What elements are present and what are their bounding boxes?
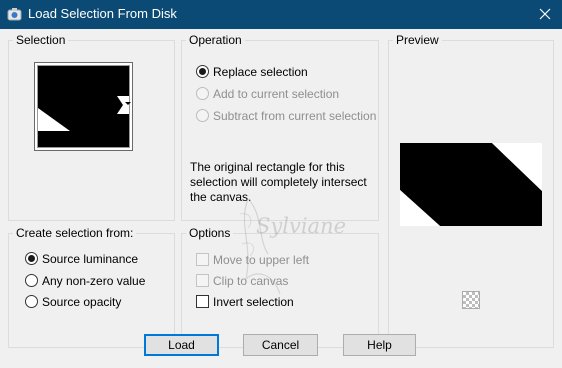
preview-group: Preview [388, 33, 554, 348]
checkbox-indicator[interactable] [196, 274, 209, 287]
selection-group: Selection [8, 33, 175, 221]
intersection-note: The original rectangle for this selectio… [190, 160, 367, 204]
help-button[interactable]: Help [343, 334, 416, 356]
selection-thumbnail-picker[interactable] [34, 62, 133, 151]
checkbox-indicator[interactable] [196, 253, 209, 266]
selection-dropdown-button[interactable] [125, 66, 131, 147]
radio-indicator[interactable] [25, 274, 38, 287]
preview-group-label: Preview [393, 33, 442, 47]
radio-indicator[interactable] [25, 295, 38, 308]
operation-group-label: Operation [186, 33, 245, 47]
move-to-upper-left-label: Move to upper left [213, 253, 310, 267]
checkerboard-icon[interactable] [462, 291, 480, 309]
selection-group-label: Selection [13, 33, 69, 47]
any-non-zero-value-label: Any non-zero value [42, 274, 146, 288]
invert-selection-label: Invert selection [213, 295, 294, 309]
create-selection-from-label: Create selection from: [13, 226, 137, 240]
paint-app-icon [7, 7, 22, 22]
source-opacity-label: Source opacity [42, 295, 122, 309]
replace-selection-label: Replace selection [213, 65, 308, 79]
radio-indicator[interactable] [196, 87, 209, 100]
options-group: Options Move to upper left Clip to canva… [181, 226, 379, 348]
radio-indicator[interactable] [196, 109, 209, 122]
selection-thumbnail [37, 65, 130, 148]
title-bar[interactable]: Load Selection From Disk [0, 0, 562, 29]
operation-group: Operation Replace selection Add to curre… [181, 33, 379, 221]
load-button[interactable]: Load [144, 334, 219, 356]
source-luminance-label: Source luminance [42, 252, 139, 266]
dropdown-arrow-icon [125, 102, 131, 105]
subtract-from-selection-label: Subtract from current selection [213, 109, 377, 123]
dialog-body: Selection Operation Replace selection Ad… [0, 29, 562, 368]
create-selection-from-group: Create selection from: Source luminance … [8, 226, 175, 348]
cancel-button[interactable]: Cancel [243, 334, 318, 356]
close-icon [539, 8, 551, 20]
preview-image [400, 143, 542, 226]
close-button[interactable] [528, 0, 562, 29]
window-title: Load Selection From Disk [28, 6, 177, 21]
radio-indicator[interactable] [196, 65, 209, 78]
checkbox-indicator[interactable] [196, 295, 209, 308]
add-to-selection-label: Add to current selection [213, 87, 340, 101]
options-group-label: Options [186, 226, 234, 240]
clip-to-canvas-label: Clip to canvas [213, 274, 289, 288]
radio-indicator[interactable] [25, 252, 38, 265]
